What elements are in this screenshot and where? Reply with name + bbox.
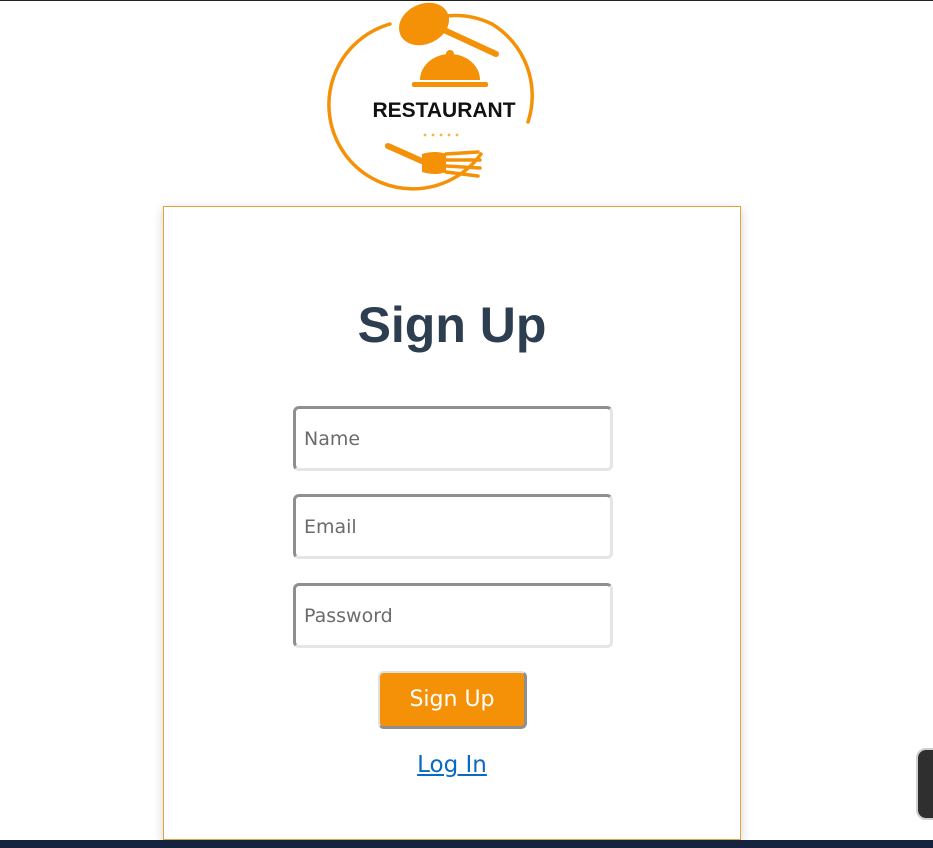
footer-bar: [0, 840, 933, 848]
signup-page: RESTAURANT Sign Up Sign Up Log In: [0, 0, 933, 848]
side-floating-widget[interactable]: [916, 748, 933, 820]
restaurant-logo-icon: RESTAURANT: [327, 2, 534, 191]
signup-card: Sign Up Sign Up Log In: [163, 206, 741, 840]
restaurant-logo: RESTAURANT: [296, 2, 608, 198]
logo-brand-text: RESTAURANT: [372, 99, 515, 122]
sign-up-button[interactable]: Sign Up: [378, 671, 527, 729]
page-title: Sign Up: [357, 297, 547, 353]
top-divider: [0, 0, 933, 1]
log-in-link[interactable]: Log In: [164, 752, 740, 778]
name-input[interactable]: [293, 406, 613, 471]
email-input[interactable]: [293, 494, 613, 559]
password-input[interactable]: [293, 583, 613, 648]
